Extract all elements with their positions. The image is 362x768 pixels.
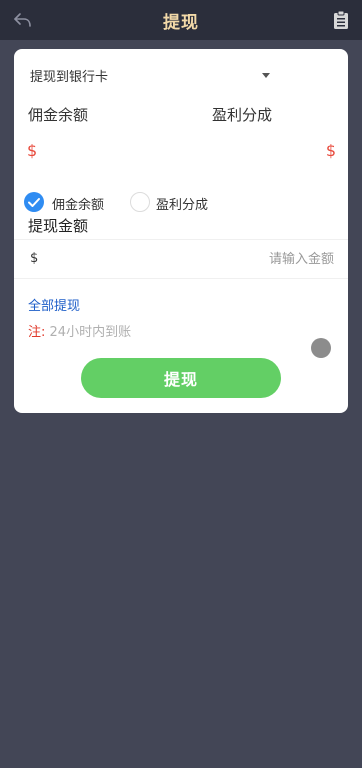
amount-input-row: $ [14,239,348,279]
caret-down-icon[interactable] [262,73,270,78]
clipboard-icon[interactable] [332,9,350,31]
withdraw-all-link[interactable]: 全部提现 [28,295,80,314]
arrival-note: 注: 24小时内到账 [28,321,131,340]
radio-commission-balance-label[interactable]: 佣金余额 [52,194,104,213]
bank-card-select-label: 提现到银行卡 [30,70,109,85]
bank-card-select[interactable]: 提现到银行卡 [30,66,270,86]
note-text: 24小时内到账 [49,325,132,340]
radio-profit-share[interactable] [130,192,150,212]
withdraw-source-group: 佣金余额 盈利分成 [24,192,324,214]
profit-share-value: $ [325,141,336,160]
check-icon [28,198,40,207]
note-label: 注: [28,325,46,340]
profit-share-label: 盈利分成 [212,106,273,124]
commission-balance-label: 佣金余额 [28,106,89,124]
top-nav-bar: 提现 [0,0,362,40]
radio-profit-share-label[interactable]: 盈利分成 [156,194,208,213]
radio-commission-balance[interactable] [24,192,44,212]
withdraw-card: 提现到银行卡 佣金余额 盈利分成 $ $ 佣金余额 盈利分成 提现金额 $ 全部… [14,49,348,413]
withdraw-amount-title: 提现金额 [28,217,89,235]
page-title: 提现 [163,13,199,33]
floating-assistive-button[interactable] [311,338,331,358]
submit-withdraw-button[interactable]: 提现 [81,358,281,398]
amount-input[interactable] [134,248,334,270]
amount-currency-symbol: $ [30,251,39,266]
commission-balance-value: $ [27,141,38,160]
